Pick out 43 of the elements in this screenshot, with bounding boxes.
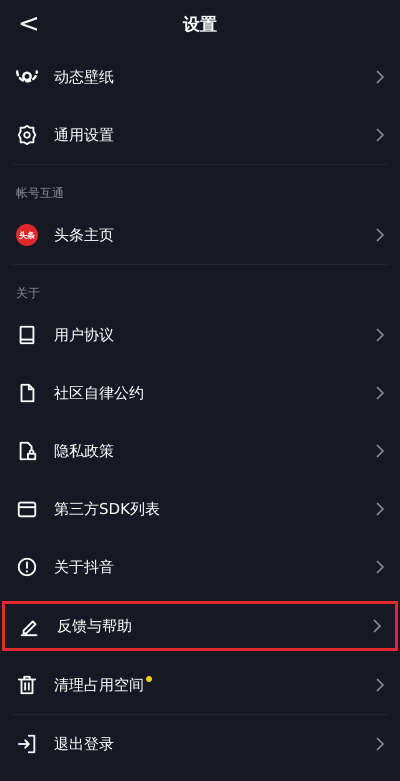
- chevron-right-icon: [376, 328, 384, 342]
- settings-icon: [16, 124, 38, 146]
- setting-label: 清理占用空间: [54, 676, 376, 694]
- setting-row[interactable]: 关于抖音: [12, 538, 388, 596]
- chevron-right-icon: [376, 444, 384, 458]
- chevron-right-icon: [376, 228, 384, 242]
- chevron-right-icon: [376, 737, 384, 751]
- setting-label: 社区自律公约: [54, 384, 145, 402]
- setting-label: 头条主页: [54, 226, 115, 244]
- setting-row[interactable]: 退出登录: [12, 715, 388, 773]
- setting-label: 关于抖音: [54, 558, 115, 576]
- back-button[interactable]: <: [10, 8, 48, 40]
- chevron-right-icon: [376, 70, 384, 84]
- setting-label: 动态壁纸: [54, 68, 115, 86]
- setting-label: 通用设置: [54, 126, 115, 144]
- setting-label: 第三方SDK列表: [54, 500, 161, 518]
- setting-row[interactable]: 社区自律公约: [12, 364, 388, 422]
- setting-row[interactable]: 第三方SDK列表: [12, 480, 388, 538]
- chevron-right-icon: [376, 678, 384, 692]
- setting-label: 隐私政策: [54, 442, 115, 460]
- chevron-right-icon: [376, 128, 384, 142]
- setting-label: 用户协议: [54, 326, 115, 344]
- setting-row[interactable]: 动态壁纸: [12, 48, 388, 106]
- setting-label: 退出登录: [54, 734, 115, 754]
- chevron-right-icon: [376, 560, 384, 574]
- enter-arrow-icon: [16, 733, 38, 755]
- page-title: 设置: [183, 14, 217, 36]
- setting-row[interactable]: 头条 头条主页: [12, 206, 388, 264]
- trash-icon: [16, 674, 38, 696]
- setting-row[interactable]: 清理占用空间: [12, 656, 388, 714]
- section-label: 关于: [15, 285, 41, 302]
- setting-label: 反馈与帮助: [57, 616, 133, 636]
- setting-row[interactable]: 用户协议: [12, 306, 388, 364]
- setting-row[interactable]: 隐私政策: [12, 422, 388, 480]
- chevron-right-icon: [376, 386, 384, 400]
- dotted-arc-icon: [16, 70, 38, 84]
- chevron-right-icon: [373, 619, 381, 633]
- chevron-right-icon: [376, 502, 384, 516]
- setting-row[interactable]: 通用设置: [12, 106, 388, 164]
- highlighted-setting-row[interactable]: 反馈与帮助: [2, 601, 398, 651]
- section-label: 帐号互通: [15, 185, 65, 202]
- exclamation-circle-icon: [16, 556, 38, 578]
- app-logo-icon: 头条: [16, 224, 38, 246]
